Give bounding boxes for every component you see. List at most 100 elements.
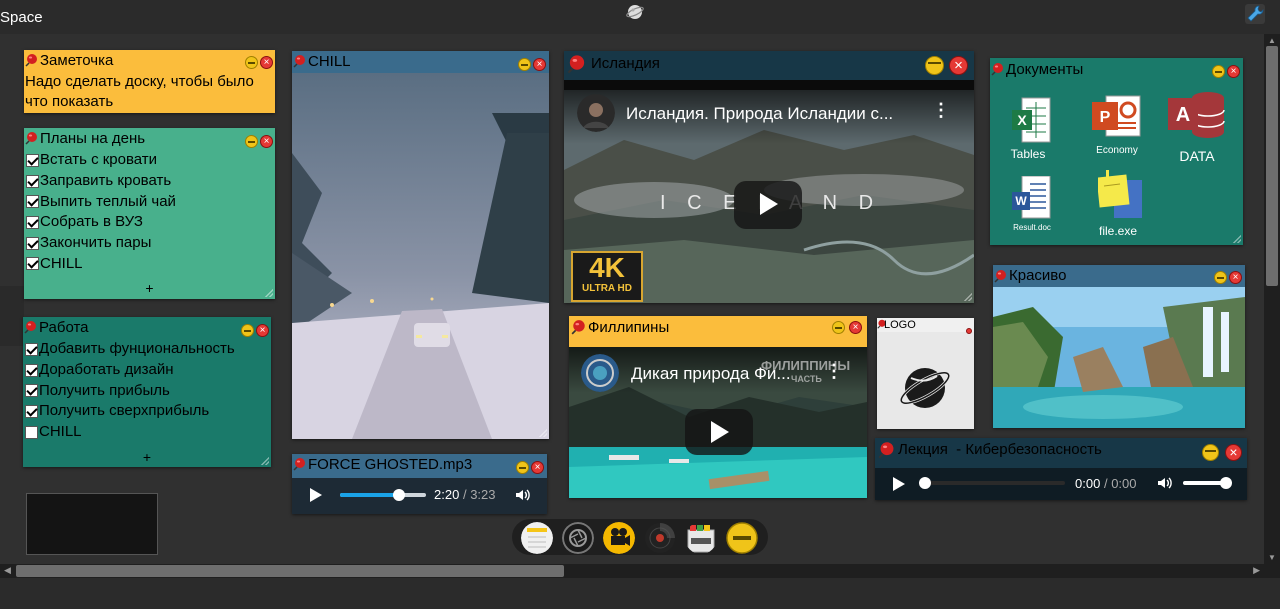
resize-handle[interactable] (964, 293, 972, 301)
seek-knob[interactable] (919, 477, 931, 489)
list-item[interactable]: Доработать дизайн (23, 360, 271, 381)
file-result-doc[interactable]: W Result.doc (1002, 176, 1062, 236)
work-header[interactable]: Работа × (23, 317, 271, 337)
close-button[interactable]: × (260, 56, 273, 69)
minimize-dock-icon[interactable] (726, 522, 758, 554)
resize-handle[interactable] (1233, 235, 1241, 243)
minimize-button[interactable] (1212, 65, 1225, 78)
minimize-button[interactable] (925, 56, 944, 75)
video-camera-icon[interactable] (603, 522, 635, 554)
close-button[interactable]: × (949, 56, 968, 75)
close-button[interactable]: × (1225, 444, 1242, 461)
play-button[interactable] (734, 181, 802, 229)
channel-avatar[interactable] (581, 354, 619, 392)
play-button[interactable] (893, 477, 905, 491)
minimize-button[interactable] (832, 321, 845, 334)
checkbox[interactable] (26, 174, 39, 188)
camera-shutter-icon[interactable] (562, 522, 594, 554)
add-item-button[interactable]: + (23, 449, 271, 465)
scroll-right-icon[interactable]: ▶ (1253, 565, 1260, 576)
planet-icon[interactable] (626, 3, 644, 21)
note-text[interactable]: Надо сделать доску, чтобы было что показ… (25, 72, 271, 112)
list-item[interactable]: CHILL (23, 422, 271, 443)
list-item[interactable]: Получить прибыль (23, 380, 271, 401)
file-data[interactable]: A DATA (1162, 88, 1232, 164)
close-button[interactable] (966, 328, 972, 334)
seek-bar[interactable] (340, 489, 426, 501)
note-header[interactable]: Заметочка × (24, 50, 275, 70)
volume-icon[interactable] (1156, 475, 1172, 491)
resize-handle[interactable] (261, 457, 269, 465)
volume-slider[interactable] (1183, 477, 1233, 489)
logo-widget[interactable]: LOGO (877, 318, 974, 429)
list-item[interactable]: Выпить теплый чай (24, 191, 275, 212)
checkbox[interactable] (26, 236, 39, 250)
checkbox[interactable] (25, 342, 38, 356)
philippines-video-widget[interactable]: Филлипины × Дикая природа Фи... ФИЛИППИН… (569, 316, 867, 498)
add-item-button[interactable]: + (24, 280, 275, 296)
daily-plans-widget[interactable]: Планы на день × Встать с кровати Заправи… (24, 128, 275, 299)
resize-handle[interactable] (265, 289, 273, 297)
audio-widget[interactable]: FORCE GHOSTED.mp3 × 2:20 / 3:23 (292, 454, 547, 514)
vinyl-record-icon[interactable] (644, 522, 676, 554)
resize-handle[interactable] (539, 429, 547, 437)
play-button[interactable] (685, 409, 753, 455)
note-dock-icon[interactable] (521, 522, 553, 554)
checkbox[interactable] (26, 153, 39, 167)
checkbox[interactable] (26, 215, 39, 229)
close-button[interactable]: × (531, 461, 544, 474)
empty-widget[interactable] (26, 493, 158, 555)
seek-bar[interactable] (919, 477, 1065, 489)
list-item[interactable]: Собрать в ВУЗ (24, 212, 275, 233)
close-button[interactable]: × (849, 321, 862, 334)
close-button[interactable]: × (260, 135, 273, 148)
philippines-video-player[interactable]: Дикая природа Фи... ФИЛИППИНЫ ЧАСТЬ ⋮ (569, 347, 867, 498)
wrench-icon[interactable] (1243, 2, 1267, 26)
list-item[interactable]: Закончить пары (24, 233, 275, 254)
checkbox[interactable] (26, 257, 39, 271)
checkbox[interactable] (26, 195, 39, 209)
chill-image-widget[interactable]: CHILL × (292, 51, 549, 439)
close-button[interactable]: × (1227, 65, 1240, 78)
horizontal-scrollbar[interactable]: ◀ ▶ (0, 564, 1264, 578)
seek-knob[interactable] (393, 489, 406, 501)
chill-header[interactable]: CHILL × (292, 51, 549, 71)
documents-header[interactable]: Документы × (990, 58, 1243, 80)
video-title[interactable]: Исландия. Природа Исландии с... (626, 104, 893, 124)
file-economy[interactable]: P Economy (1082, 92, 1152, 158)
play-button[interactable] (310, 488, 322, 502)
more-options-icon[interactable]: ⋮ (825, 361, 843, 382)
daily-plans-header[interactable]: Планы на день × (24, 128, 275, 148)
iceland-header[interactable]: Исландия × (564, 51, 974, 79)
close-button[interactable]: × (1229, 271, 1242, 284)
checkbox[interactable] (25, 404, 38, 418)
more-options-icon[interactable]: ⋮ (932, 100, 950, 121)
minimize-button[interactable] (245, 135, 258, 148)
minimize-button[interactable] (241, 324, 254, 337)
list-item[interactable]: Получить сверхприбыль (23, 401, 271, 422)
logo-header[interactable]: LOGO (877, 318, 974, 334)
list-item[interactable]: Заправить кровать (24, 171, 275, 192)
volume-knob[interactable] (1220, 477, 1233, 489)
scroll-thumb[interactable] (16, 565, 564, 577)
lecture-audio-widget[interactable]: Лекция - Кибербезопасность × 0:00 / 0:00 (875, 438, 1247, 500)
folder-archive-icon[interactable] (685, 522, 717, 554)
close-button[interactable]: × (256, 324, 269, 337)
list-item[interactable]: Встать с кровати (24, 150, 275, 171)
volume-icon[interactable] (514, 487, 530, 503)
list-item[interactable]: Добавить фунциональность (23, 339, 271, 360)
audio-header[interactable]: FORCE GHOSTED.mp3 × (292, 454, 547, 474)
list-item[interactable]: CHILL (24, 253, 275, 274)
philippines-header[interactable]: Филлипины × (569, 316, 867, 338)
close-button[interactable]: × (533, 58, 546, 71)
minimize-button[interactable] (245, 56, 258, 69)
beautiful-image-widget[interactable]: Красиво × (993, 265, 1245, 428)
checkbox[interactable] (25, 425, 38, 439)
scroll-thumb[interactable] (1266, 46, 1278, 286)
minimize-button[interactable] (1202, 444, 1219, 461)
file-tables[interactable]: X Tables (998, 96, 1058, 162)
minimize-button[interactable] (516, 461, 529, 474)
channel-avatar[interactable] (577, 94, 615, 132)
note-widget[interactable]: Заметочка × Надо сделать доску, чтобы бы… (24, 50, 275, 113)
iceland-video-widget[interactable]: Исландия × Исландия. Природа Исландии с.… (564, 51, 974, 303)
